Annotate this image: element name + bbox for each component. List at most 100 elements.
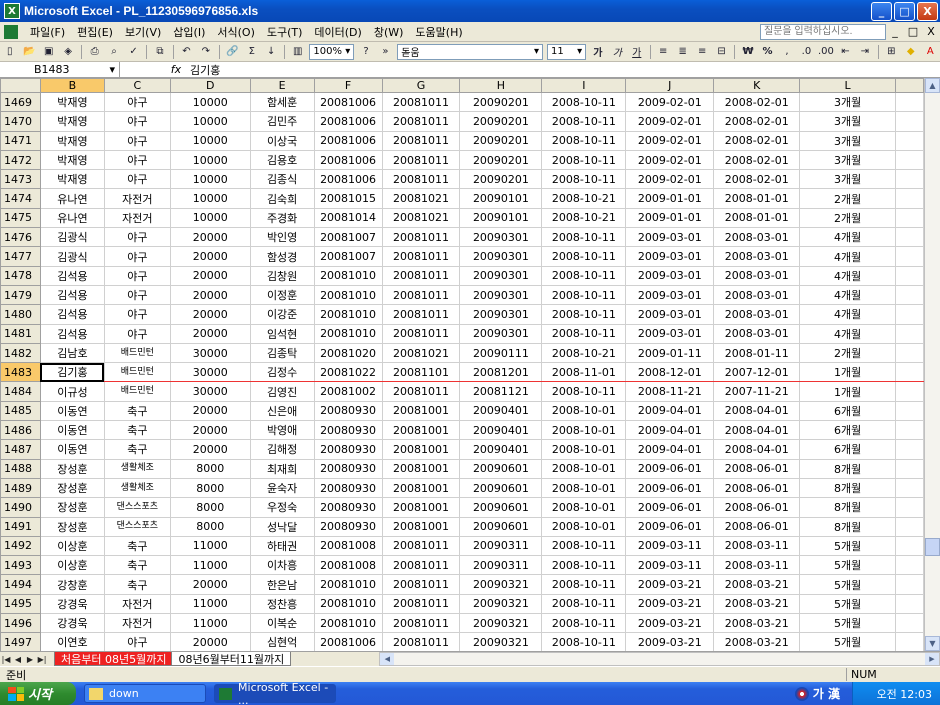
cell-e[interactable]: 윤숙자 bbox=[249, 477, 315, 499]
column-header-e[interactable]: E bbox=[249, 78, 315, 93]
cell-f[interactable]: 20081006 bbox=[313, 169, 383, 190]
cell-d[interactable]: 20000 bbox=[169, 400, 251, 422]
cell-c[interactable]: 야구 bbox=[103, 323, 171, 344]
cell-c[interactable]: 축구 bbox=[103, 574, 171, 595]
sheet-nav-button-3[interactable]: ▶| bbox=[36, 655, 48, 664]
cell-j[interactable]: 2009-03-01 bbox=[625, 246, 715, 267]
cell-e[interactable]: 정찬흥 bbox=[249, 593, 315, 615]
cell-overflow[interactable] bbox=[895, 458, 924, 479]
row-header[interactable]: 1470 bbox=[0, 111, 41, 132]
cell-e[interactable]: 김종탁 bbox=[249, 342, 315, 364]
sheet-tab-0[interactable]: 처음부터 08년5월까지 bbox=[54, 652, 174, 666]
scroll-left-icon[interactable]: ◀ bbox=[380, 653, 395, 665]
cell-l[interactable]: 8개월 bbox=[799, 477, 896, 499]
cell-g[interactable]: 20081001 bbox=[381, 516, 461, 537]
cell-g[interactable]: 20081021 bbox=[381, 188, 461, 209]
cell-j[interactable]: 2009-03-01 bbox=[625, 265, 715, 286]
cell-d[interactable]: 10000 bbox=[169, 188, 251, 209]
cell-f[interactable]: 20080930 bbox=[313, 420, 383, 441]
cell-l[interactable]: 3개월 bbox=[799, 91, 896, 113]
font-color-icon[interactable]: A bbox=[922, 44, 939, 60]
insert-function-icon[interactable]: fx bbox=[166, 63, 186, 76]
redo-icon[interactable]: ↷ bbox=[197, 44, 214, 60]
percent-button[interactable]: % bbox=[759, 44, 776, 60]
cell-e[interactable]: 한은남 bbox=[249, 574, 315, 595]
row-header[interactable]: 1479 bbox=[0, 284, 41, 306]
cell-d[interactable]: 30000 bbox=[169, 342, 251, 364]
cell-b[interactable]: 강경욱 bbox=[39, 593, 105, 615]
cell-c[interactable]: 배드민턴 bbox=[103, 362, 171, 383]
merge-center-icon[interactable]: ⊟ bbox=[713, 44, 730, 60]
cell-f[interactable]: 20081010 bbox=[313, 304, 383, 325]
cell-g[interactable]: 20081011 bbox=[381, 535, 461, 557]
currency-button[interactable]: ₩ bbox=[739, 44, 756, 60]
cell-k[interactable]: 2008-03-21 bbox=[713, 613, 801, 634]
cell-c[interactable]: 야구 bbox=[103, 227, 171, 248]
cell-f[interactable]: 20080930 bbox=[313, 497, 383, 518]
column-header-i[interactable]: I bbox=[541, 78, 627, 93]
column-header-h[interactable]: H bbox=[459, 78, 543, 93]
cell-i[interactable]: 2008-10-11 bbox=[541, 323, 627, 344]
cell-f[interactable]: 20081010 bbox=[313, 284, 383, 306]
cell-f[interactable]: 20080930 bbox=[313, 400, 383, 422]
cell-d[interactable]: 20000 bbox=[169, 284, 251, 306]
cell-d[interactable]: 10000 bbox=[169, 169, 251, 190]
cell-i[interactable]: 2008-10-11 bbox=[541, 555, 627, 576]
cell-c[interactable]: 축구 bbox=[103, 555, 171, 576]
cell-h[interactable]: 20081121 bbox=[459, 381, 543, 402]
chart-wizard-icon[interactable]: ▥ bbox=[289, 44, 306, 60]
cell-b[interactable]: 김기홍 bbox=[39, 362, 105, 383]
cell-j[interactable]: 2009-06-01 bbox=[625, 497, 715, 518]
menu-item-3[interactable]: 삽입(I) bbox=[167, 24, 211, 40]
cell-f[interactable]: 20081020 bbox=[313, 342, 383, 364]
cell-b[interactable]: 이동연 bbox=[39, 400, 105, 422]
cell-d[interactable]: 11000 bbox=[169, 613, 251, 634]
cell-b[interactable]: 장성훈 bbox=[39, 458, 105, 479]
cell-l[interactable]: 3개월 bbox=[799, 111, 896, 132]
cell-i[interactable]: 2008-10-11 bbox=[541, 632, 627, 651]
cell-e[interactable]: 김숙희 bbox=[249, 188, 315, 209]
comma-style-icon[interactable]: , bbox=[778, 44, 795, 60]
clock[interactable]: 오전 12:03 bbox=[877, 686, 932, 702]
row-header[interactable]: 1482 bbox=[0, 342, 41, 364]
cell-i[interactable]: 2008-10-01 bbox=[541, 477, 627, 499]
worksheet-grid[interactable]: BCDEFGHIJKL 1469 박재영 야구 10000 함세훈 20081006 200… bbox=[0, 78, 924, 651]
cell-i[interactable]: 2008-10-21 bbox=[541, 207, 627, 229]
autosum-icon[interactable]: Σ bbox=[243, 44, 260, 60]
scroll-down-icon[interactable]: ▼ bbox=[925, 636, 940, 651]
cell-f[interactable]: 20080930 bbox=[313, 458, 383, 479]
cell-k[interactable]: 2008-01-01 bbox=[713, 188, 801, 209]
cell-k[interactable]: 2008-03-01 bbox=[713, 265, 801, 286]
cell-l[interactable]: 8개월 bbox=[799, 458, 896, 479]
cell-b[interactable]: 박재영 bbox=[39, 111, 105, 132]
save-icon[interactable]: ▣ bbox=[40, 44, 57, 60]
cell-g[interactable]: 20081001 bbox=[381, 439, 461, 460]
cell-h[interactable]: 20090311 bbox=[459, 555, 543, 576]
cell-g[interactable]: 20081011 bbox=[381, 169, 461, 190]
cell-e[interactable]: 하태권 bbox=[249, 535, 315, 557]
cell-j[interactable]: 2009-01-11 bbox=[625, 342, 715, 364]
cell-overflow[interactable] bbox=[895, 593, 924, 615]
cell-j[interactable]: 2009-04-01 bbox=[625, 400, 715, 422]
cell-b[interactable]: 김광식 bbox=[39, 246, 105, 267]
vertical-scroll-thumb[interactable] bbox=[925, 538, 940, 556]
cell-b[interactable]: 김석용 bbox=[39, 265, 105, 286]
cell-k[interactable]: 2007-11-21 bbox=[713, 381, 801, 402]
menu-item-6[interactable]: 데이터(D) bbox=[308, 24, 367, 40]
cell-l[interactable]: 5개월 bbox=[799, 632, 896, 651]
cell-overflow[interactable] bbox=[895, 574, 924, 595]
row-header[interactable]: 1473 bbox=[0, 169, 41, 190]
cell-d[interactable]: 11000 bbox=[169, 555, 251, 576]
row-header[interactable]: 1497 bbox=[0, 632, 41, 651]
cell-e[interactable]: 김민주 bbox=[249, 111, 315, 132]
cell-h[interactable]: 20090311 bbox=[459, 535, 543, 557]
cell-f[interactable]: 20081010 bbox=[313, 613, 383, 634]
cell-l[interactable]: 3개월 bbox=[799, 130, 896, 151]
cell-b[interactable]: 이상훈 bbox=[39, 555, 105, 576]
cell-g[interactable]: 20081011 bbox=[381, 381, 461, 402]
cell-i[interactable]: 2008-10-11 bbox=[541, 593, 627, 615]
row-header[interactable]: 1476 bbox=[0, 227, 41, 248]
cell-h[interactable]: 20090201 bbox=[459, 130, 543, 151]
cell-l[interactable]: 4개월 bbox=[799, 246, 896, 267]
cell-h[interactable]: 20090111 bbox=[459, 342, 543, 364]
